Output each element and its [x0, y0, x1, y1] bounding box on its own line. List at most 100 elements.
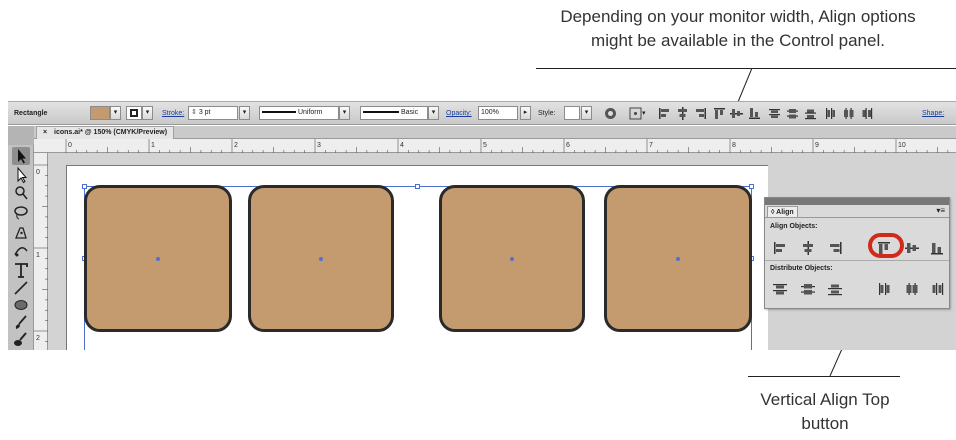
pen-tool[interactable] — [12, 223, 30, 241]
vertical-ruler: 0 1 2 — [34, 153, 48, 350]
horizontal-distribute-center-icon[interactable] — [842, 107, 855, 120]
align-panel-titlebar[interactable] — [765, 198, 949, 205]
document-tab[interactable]: × icons.ai* @ 150% (CMYK/Preview) — [36, 126, 175, 139]
horizontal-distribute-right-button[interactable] — [929, 282, 945, 296]
type-tool[interactable] — [12, 261, 30, 279]
object-type-label: Rectangle — [14, 110, 48, 117]
magic-wand-icon — [15, 186, 28, 200]
vertical-distribute-top-button[interactable] — [772, 282, 788, 296]
vertical-align-top-icon[interactable] — [713, 107, 726, 120]
vertical-align-bottom-button[interactable] — [929, 241, 945, 255]
icon-center-point — [156, 257, 160, 261]
horizontal-align-left-icon — [774, 242, 785, 254]
horizontal-distribute-center-button[interactable] — [904, 282, 920, 296]
ruler-number: 1 — [36, 252, 40, 259]
transform-reference-icon[interactable] — [629, 107, 642, 120]
ellipse-tool[interactable] — [12, 296, 30, 314]
fill-swatch[interactable] — [90, 106, 110, 120]
ruler-number: 10 — [898, 142, 906, 149]
control-panel: Rectangle ▾ ▾ Stroke: ⇕ 3 pt ▾ Uniform ▾… — [8, 101, 956, 125]
horizontal-distribute-right-icon — [932, 283, 944, 295]
vertical-align-center-icon[interactable] — [730, 107, 743, 120]
paintbrush-tool[interactable] — [12, 313, 30, 331]
style-label: Style: — [538, 110, 556, 117]
horizontal-align-left-icon[interactable] — [658, 107, 671, 120]
horizontal-align-right-icon — [830, 242, 842, 254]
align-panel: ◊ Align ▾≡ Align Objects: Distribute Obj… — [764, 197, 950, 309]
horizontal-ruler: 0 1 2 3 4 5 6 7 8 9 10 — [34, 139, 956, 153]
ruler-number: 2 — [234, 142, 238, 149]
curvature-pen-icon — [14, 247, 28, 257]
vertical-distribute-center-icon — [801, 284, 815, 295]
callout-bottom-line-2: button — [801, 414, 849, 433]
profile-dropdown[interactable]: ▾ — [339, 106, 350, 120]
close-tab-icon[interactable]: × — [43, 129, 47, 136]
horizontal-distribute-center-icon — [906, 283, 918, 295]
ruler-number: 0 — [68, 142, 72, 149]
stroke-dropdown[interactable]: ▾ — [142, 106, 153, 120]
fill-dropdown[interactable]: ▾ — [110, 106, 121, 120]
horizontal-distribute-right-icon[interactable] — [860, 107, 873, 120]
horizontal-align-center-button[interactable] — [800, 241, 816, 255]
stroke-swatch[interactable] — [126, 106, 142, 120]
document-tab-title: icons.ai* @ 150% (CMYK/Preview) — [54, 129, 168, 136]
ruler-number: 4 — [400, 142, 404, 149]
style-dropdown[interactable]: ▾ — [581, 106, 592, 120]
recolor-artwork-icon[interactable] — [604, 107, 617, 120]
horizontal-distribute-left-button[interactable] — [876, 282, 892, 296]
shape-label[interactable]: Shape: — [922, 107, 944, 120]
pen-icon — [15, 227, 27, 239]
brush-label: Basic — [400, 109, 419, 116]
horizontal-distribute-left-icon[interactable] — [824, 107, 837, 120]
direct-selection-tool[interactable] — [12, 166, 30, 184]
opacity-label[interactable]: Opacity: — [446, 107, 472, 120]
ruler-number: 8 — [732, 142, 736, 149]
vertical-distribute-bottom-button[interactable] — [827, 282, 843, 296]
selection-arrow-icon — [18, 149, 26, 164]
horizontal-ruler-ticks: 0 1 2 3 4 5 6 7 8 9 10 — [65, 139, 949, 153]
ellipse-icon — [14, 300, 28, 310]
align-objects-label: Align Objects: — [770, 223, 818, 230]
callout-top-line-1: Depending on your monitor width, Align o… — [560, 7, 916, 26]
profile-label: Uniform — [297, 109, 323, 116]
callout-bottom-line-1: Vertical Align Top — [760, 390, 890, 409]
line-segment-tool[interactable] — [12, 279, 30, 297]
stroke-label[interactable]: Stroke: — [162, 107, 184, 120]
horizontal-align-right-button[interactable] — [827, 241, 843, 255]
blob-brush-tool[interactable] — [12, 330, 30, 348]
distribute-objects-label: Distribute Objects: — [770, 265, 833, 272]
style-swatch[interactable] — [564, 106, 580, 120]
brush-dropdown[interactable]: ▾ — [428, 106, 439, 120]
vertical-distribute-top-icon[interactable] — [768, 107, 781, 120]
magic-wand-tool[interactable] — [12, 184, 30, 202]
horizontal-align-right-icon[interactable] — [694, 107, 707, 120]
horizontal-align-center-icon[interactable] — [676, 107, 689, 120]
selection-handle[interactable] — [749, 184, 754, 189]
brush-definition[interactable]: Basic — [360, 106, 428, 120]
vertical-distribute-center-button[interactable] — [800, 282, 816, 296]
curvature-tool[interactable] — [12, 241, 30, 259]
icon-center-point — [676, 257, 680, 261]
opacity-field[interactable]: 100% — [478, 106, 518, 120]
vertical-distribute-center-icon[interactable] — [786, 107, 799, 120]
horizontal-align-left-button[interactable] — [772, 241, 788, 255]
type-icon — [15, 263, 28, 278]
lasso-tool[interactable] — [12, 203, 30, 221]
selection-handle[interactable] — [82, 184, 87, 189]
opacity-dropdown[interactable]: ▸ — [520, 106, 531, 120]
selection-handle[interactable] — [415, 184, 420, 189]
document-tab-bar: × icons.ai* @ 150% (CMYK/Preview) — [34, 126, 956, 139]
vertical-align-center-button[interactable] — [904, 241, 920, 255]
stroke-weight-field[interactable]: ⇕ 3 pt — [188, 106, 238, 120]
ruler-number: 7 — [649, 142, 653, 149]
selection-tool[interactable] — [12, 147, 30, 165]
stroke-weight-dropdown[interactable]: ▾ — [239, 106, 250, 120]
ruler-number: 3 — [317, 142, 321, 149]
blob-brush-icon — [14, 332, 27, 346]
transform-dropdown-glyph[interactable]: ▾ — [642, 107, 646, 120]
ruler-number: 5 — [483, 142, 487, 149]
panel-menu-icon[interactable]: ▾≡ — [936, 207, 945, 215]
vertical-distribute-bottom-icon[interactable] — [804, 107, 817, 120]
variable-width-profile[interactable]: Uniform — [259, 106, 339, 120]
vertical-align-bottom-icon[interactable] — [748, 107, 761, 120]
